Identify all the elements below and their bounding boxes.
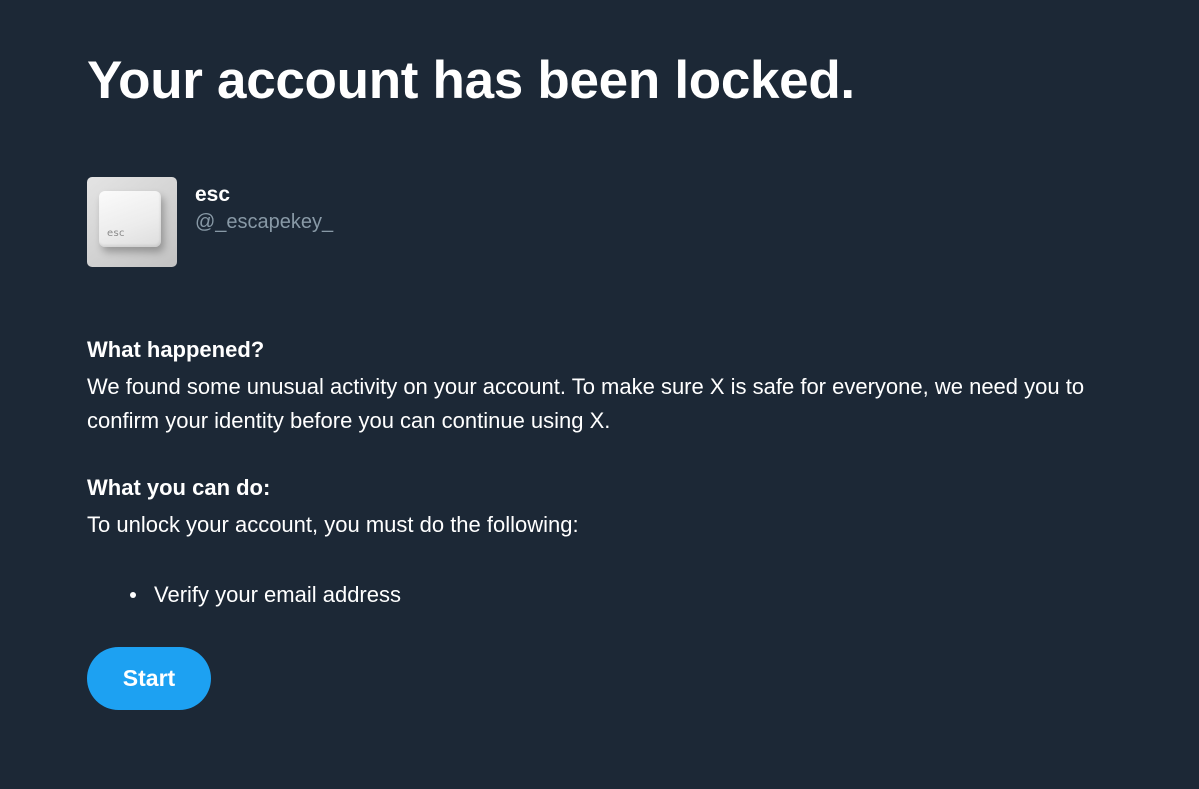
- esc-key-icon: esc: [99, 191, 161, 247]
- user-handle: @_escapekey_: [195, 211, 334, 233]
- profile-card: esc esc @_escapekey_: [87, 177, 333, 267]
- profile-text: esc @_escapekey_: [195, 182, 333, 236]
- what-happened-text: We found some unusual activity on your a…: [87, 374, 1085, 433]
- bullet-icon: [130, 592, 136, 598]
- requirement-text: Verify your email address: [154, 582, 401, 607]
- what-you-can-do-text: To unlock your account, you must do the …: [87, 512, 579, 537]
- requirements-list: Verify your email address: [87, 578, 401, 612]
- avatar: esc: [87, 177, 177, 267]
- page-title: Your account has been locked.: [87, 51, 855, 110]
- what-happened-heading: What happened?: [87, 337, 265, 362]
- what-you-can-do-heading: What you can do:: [87, 475, 271, 500]
- list-item: Verify your email address: [87, 578, 401, 612]
- display-name: esc: [195, 183, 231, 206]
- keycap-label: esc: [107, 228, 125, 239]
- start-button[interactable]: Start: [87, 647, 211, 710]
